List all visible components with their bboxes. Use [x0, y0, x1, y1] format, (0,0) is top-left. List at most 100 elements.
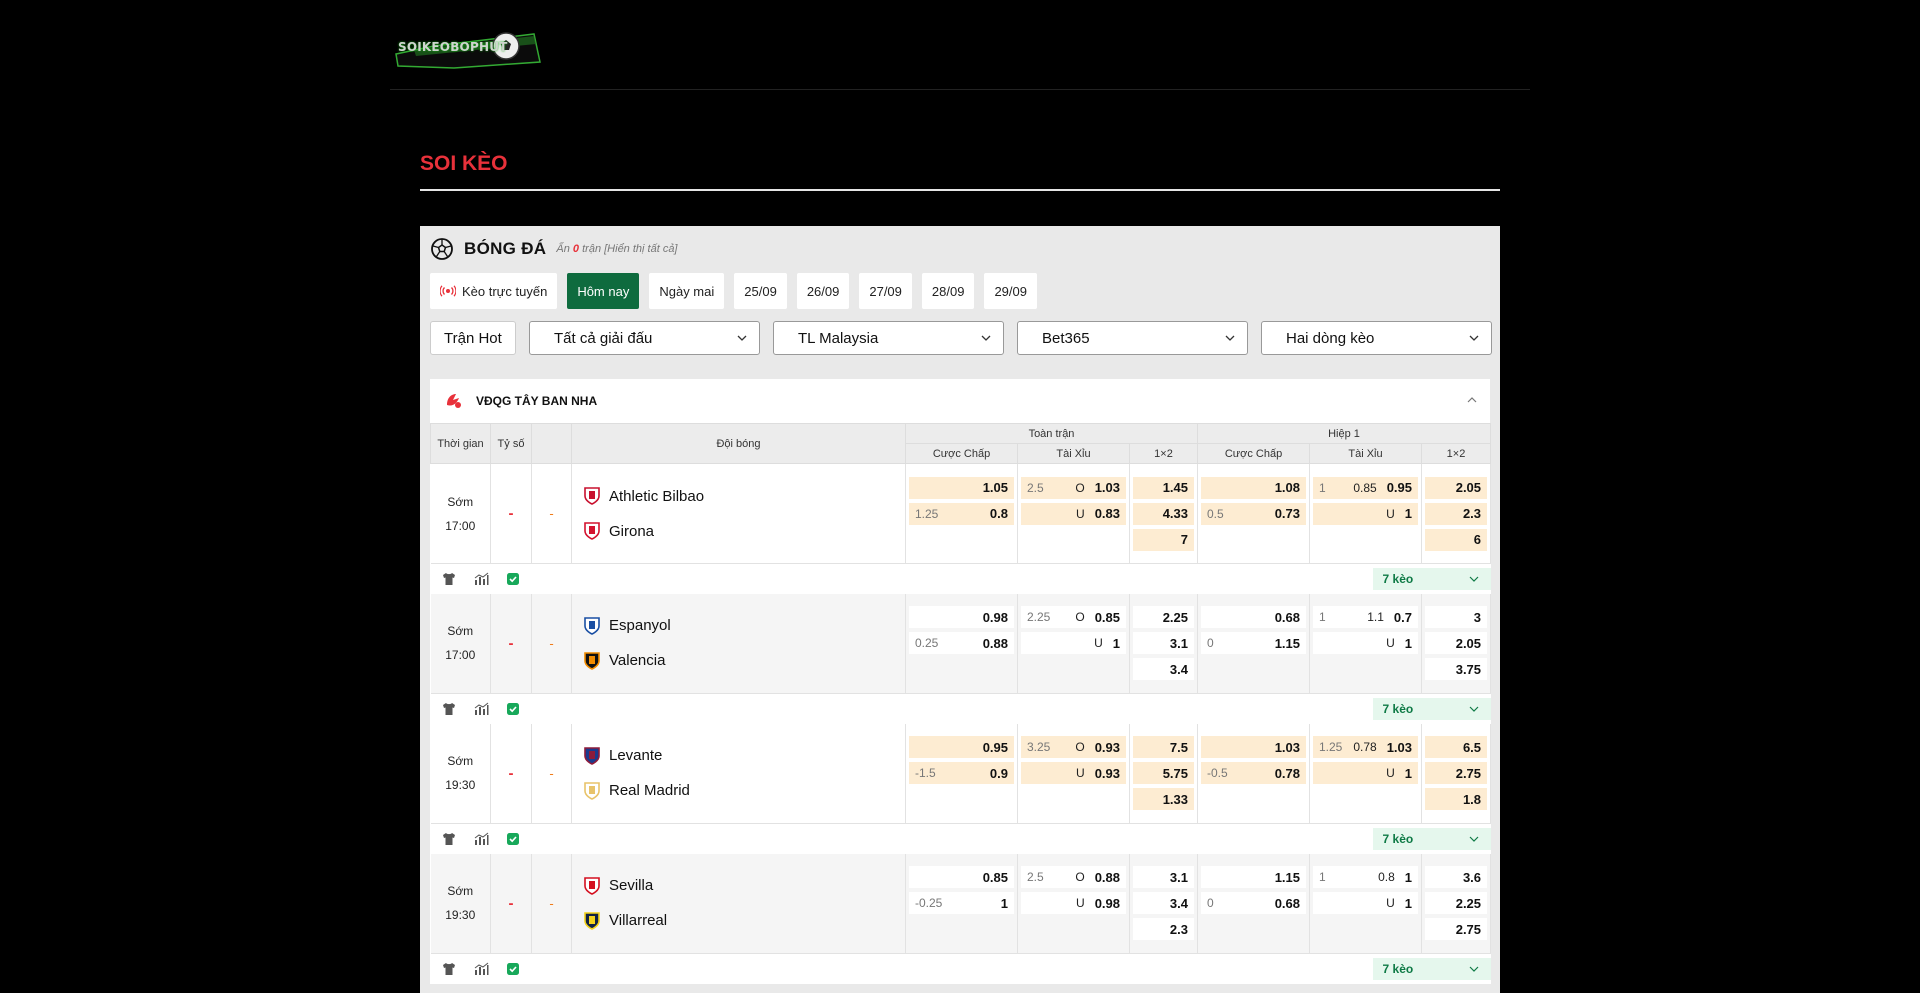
- odds-cell[interactable]: 2.25: [1133, 606, 1194, 629]
- odds-cell[interactable]: 3.75: [1425, 658, 1488, 681]
- odds-type-select[interactable]: TL Malaysia: [773, 321, 1004, 355]
- match-row[interactable]: Sớm 17:00- - Athletic Bilbao Girona 1.05 1.25 0…: [430, 463, 1492, 564]
- home-team[interactable]: Espanyol: [582, 608, 905, 643]
- more-odds-button[interactable]: 7 kèo: [1372, 698, 1491, 720]
- odds-cell[interactable]: U 0.83: [1021, 502, 1126, 525]
- jersey-icon[interactable]: [441, 701, 457, 717]
- more-odds-button[interactable]: 7 kèo: [1372, 958, 1491, 980]
- match-row[interactable]: Sớm 17:00- - Espanyol Valencia 0.98 0.25 0.88 2.…: [430, 593, 1492, 694]
- tab-today[interactable]: Hôm nay: [567, 273, 640, 309]
- away-team[interactable]: Girona: [582, 514, 905, 549]
- odds-cell[interactable]: U1: [1313, 892, 1418, 915]
- odds-cell[interactable]: 1 0.8 1: [1313, 866, 1418, 889]
- odds-cell[interactable]: 5.75: [1133, 762, 1194, 785]
- odds-cell[interactable]: 2.05: [1425, 632, 1488, 655]
- odds-cell[interactable]: 7: [1133, 528, 1194, 551]
- stats-icon[interactable]: [473, 831, 489, 847]
- odds-cell[interactable]: 2.75: [1425, 918, 1488, 941]
- odds-cell[interactable]: -1.5 0.9: [909, 762, 1014, 785]
- league-select[interactable]: Tất cả giải đấu: [529, 321, 760, 355]
- tab-live[interactable]: Kèo trực tuyến: [430, 273, 558, 309]
- more-odds-button[interactable]: 7 kèo: [1372, 568, 1491, 590]
- match-row[interactable]: Sớm 19:30- - Levante Real Madrid 0.95 -1.5 0.9 3…: [430, 723, 1492, 824]
- site-logo[interactable]: SOIKEOBOPHUT: [394, 24, 542, 70]
- away-team[interactable]: Real Madrid: [582, 773, 905, 808]
- odds-cell[interactable]: U 0.93: [1021, 762, 1126, 785]
- odds-cell[interactable]: 2.5 O 0.88: [1021, 866, 1126, 889]
- tab-tomorrow[interactable]: Ngày mai: [649, 273, 725, 309]
- odds-cell[interactable]: 1.45: [1133, 476, 1194, 499]
- odds-cell[interactable]: 7.5: [1133, 736, 1194, 759]
- odds-cell[interactable]: 1.15: [1201, 866, 1306, 889]
- odds-cell[interactable]: 3: [1425, 606, 1488, 629]
- odds-cell[interactable]: U1: [1313, 632, 1418, 655]
- odds-cell[interactable]: -0.5 0.78: [1201, 762, 1306, 785]
- odds-cell[interactable]: 0 0.68: [1201, 892, 1306, 915]
- stats-icon[interactable]: [473, 961, 489, 977]
- odds-cell[interactable]: 0.95: [909, 736, 1014, 759]
- odds-cell[interactable]: U1: [1313, 502, 1418, 525]
- odds-cell[interactable]: U1: [1313, 762, 1418, 785]
- odds-cell[interactable]: 2.3: [1133, 918, 1194, 941]
- odds-cell[interactable]: 1 0.85 0.95: [1313, 476, 1418, 499]
- tab-date[interactable]: 27/09: [859, 273, 912, 309]
- match-row[interactable]: Sớm 19:30- - Sevilla Villarreal 0.85 -0.25 1 2.5…: [430, 853, 1492, 954]
- odds-cell[interactable]: 3.6: [1425, 866, 1488, 889]
- home-team[interactable]: Levante: [582, 738, 905, 773]
- odds-cell[interactable]: U 0.98: [1021, 892, 1126, 915]
- odds-cell[interactable]: U1: [1021, 632, 1126, 655]
- away-team[interactable]: Valencia: [582, 643, 905, 678]
- check-icon[interactable]: [505, 961, 521, 977]
- chevron-up-icon[interactable]: [1466, 395, 1478, 405]
- odds-cell[interactable]: 0.25 0.88: [909, 632, 1014, 655]
- odds-cell[interactable]: 2.25 O 0.85: [1021, 606, 1126, 629]
- home-team[interactable]: Sevilla: [582, 868, 905, 903]
- stats-icon[interactable]: [473, 701, 489, 717]
- odds-cell[interactable]: 3.4: [1133, 658, 1194, 681]
- odds-cell[interactable]: 2.3: [1425, 502, 1488, 525]
- jersey-icon[interactable]: [441, 961, 457, 977]
- odds-cell[interactable]: 1.03: [1201, 736, 1306, 759]
- tab-date[interactable]: 25/09: [734, 273, 787, 309]
- league-header[interactable]: VĐQG TÂY BAN NHA: [430, 379, 1490, 423]
- tab-date[interactable]: 28/09: [921, 273, 975, 309]
- odds-cell[interactable]: 1.33: [1133, 788, 1194, 811]
- home-team[interactable]: Athletic Bilbao: [582, 479, 905, 514]
- odds-cell[interactable]: 0.85: [909, 866, 1014, 889]
- odds-cell[interactable]: 1.25 0.8: [909, 502, 1014, 525]
- odds-cell[interactable]: 1.08: [1201, 476, 1306, 499]
- odds-cell[interactable]: 6.5: [1425, 736, 1488, 759]
- odds-cell[interactable]: 0.98: [909, 606, 1014, 629]
- jersey-icon[interactable]: [441, 571, 457, 587]
- more-odds-button[interactable]: 7 kèo: [1372, 828, 1491, 850]
- bookmaker-select[interactable]: Bet365: [1017, 321, 1248, 355]
- odds-cell[interactable]: 3.1: [1133, 866, 1194, 889]
- tab-date[interactable]: 29/09: [984, 273, 1037, 309]
- odds-cell[interactable]: 1 1.1 0.7: [1313, 606, 1418, 629]
- check-icon[interactable]: [505, 831, 521, 847]
- odds-cell[interactable]: 3.4: [1133, 892, 1194, 915]
- odds-cell[interactable]: 4.33: [1133, 502, 1194, 525]
- away-team[interactable]: Villarreal: [582, 903, 905, 938]
- odds-cell[interactable]: 1.05: [909, 476, 1014, 499]
- show-all-link[interactable]: trận [Hiển thị tất cả]: [582, 243, 677, 255]
- odds-cell[interactable]: 1.25 0.78 1.03: [1313, 736, 1418, 759]
- odds-cell[interactable]: 0 1.15: [1201, 632, 1306, 655]
- hidden-matches-info[interactable]: Ẩn 0 trận [Hiển thị tất cả]: [556, 243, 677, 255]
- hot-matches-button[interactable]: Trận Hot: [430, 321, 516, 355]
- odds-cell[interactable]: 0.5 0.73: [1201, 502, 1306, 525]
- odds-cell[interactable]: 2.25: [1425, 892, 1488, 915]
- odds-cell[interactable]: 6: [1425, 528, 1488, 551]
- odds-cell[interactable]: 1.8: [1425, 788, 1488, 811]
- tab-date[interactable]: 26/09: [796, 273, 850, 309]
- odds-cell[interactable]: 0.68: [1201, 606, 1306, 629]
- stats-icon[interactable]: [473, 571, 489, 587]
- check-icon[interactable]: [505, 701, 521, 717]
- odds-cell[interactable]: -0.25 1: [909, 892, 1014, 915]
- odds-cell[interactable]: 3.25 O 0.93: [1021, 736, 1126, 759]
- odds-cell[interactable]: 2.75: [1425, 762, 1488, 785]
- check-icon[interactable]: [505, 571, 521, 587]
- odds-cell[interactable]: 3.1: [1133, 632, 1194, 655]
- odds-cell[interactable]: 2.05: [1425, 476, 1488, 499]
- jersey-icon[interactable]: [441, 831, 457, 847]
